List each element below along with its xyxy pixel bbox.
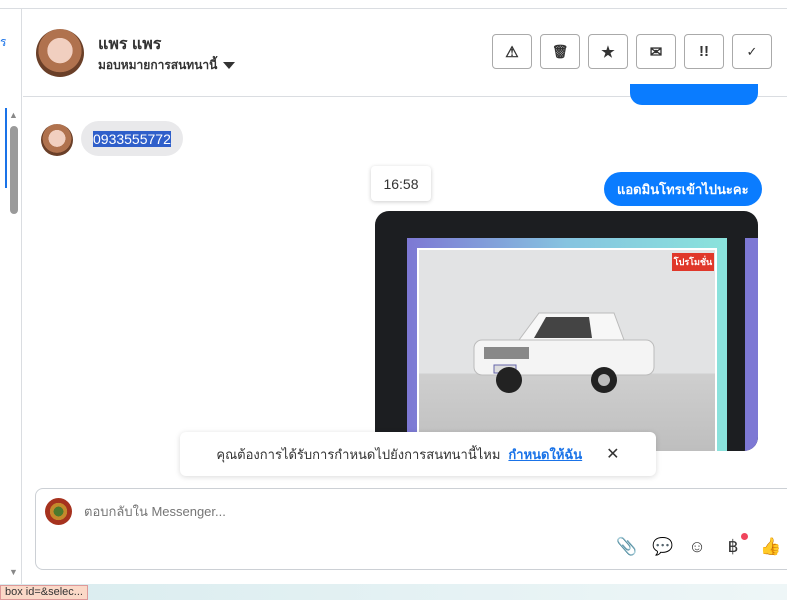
- caret-down-icon: [223, 62, 236, 69]
- image-frame: โปรโมชั่น: [407, 238, 727, 451]
- active-indicator: [5, 108, 7, 188]
- promo-badge: โปรโมชั่น: [672, 253, 714, 271]
- trash-icon: 🗑: [551, 43, 569, 59]
- left-panel-text: ร: [0, 35, 7, 49]
- baht-icon[interactable]: ฿: [724, 533, 748, 557]
- scroll-down-arrow-icon[interactable]: ▼: [9, 567, 18, 577]
- image-attachment-carousel[interactable]: โปรโมชั่น: [375, 211, 758, 451]
- status-tooltip: box id=&selec...: [0, 585, 88, 600]
- notification-dot: [741, 533, 748, 540]
- emoji-icon[interactable]: ☺: [688, 537, 706, 557]
- incoming-message[interactable]: 0933555772: [81, 121, 183, 156]
- contact-avatar[interactable]: [36, 29, 84, 77]
- scrollbar-thumb[interactable]: [10, 126, 18, 214]
- assign-prompt-toast: คุณต้องการได้รับการกำหนดไปยังการสนทนานี้…: [180, 432, 656, 476]
- mark-unread-button[interactable]: ✉: [636, 34, 676, 69]
- reply-input[interactable]: [84, 504, 684, 519]
- star-button[interactable]: ★: [588, 34, 628, 69]
- taskbar: [0, 584, 787, 600]
- composer-toolbar: 📎 💬 ☺ ฿ 👍: [616, 533, 781, 557]
- follow-up-button[interactable]: !!: [684, 34, 724, 69]
- outgoing-message[interactable]: แอดมินโทรเข้าไปนะคะ: [604, 172, 762, 206]
- chat-bubble-icon[interactable]: 💬: [652, 537, 673, 557]
- warning-icon: ⚠: [505, 43, 519, 61]
- truck-photo[interactable]: โปรโมชั่น: [417, 248, 717, 451]
- next-image-frame[interactable]: [745, 238, 758, 451]
- scroll-up-arrow-icon[interactable]: ▲: [9, 110, 18, 120]
- assign-conversation-dropdown[interactable]: มอบหมายการสนทนานี้: [98, 56, 236, 75]
- delete-button[interactable]: 🗑: [540, 34, 580, 69]
- left-panel-edge: [0, 9, 22, 585]
- done-button[interactable]: ✓: [732, 34, 772, 69]
- action-toolbar: ⚠ 🗑 ★ ✉ !! ✓: [492, 34, 772, 69]
- close-icon[interactable]: ✕: [606, 444, 619, 464]
- timestamp-tooltip: 16:58: [371, 166, 431, 201]
- assign-label: มอบหมายการสนทนานี้: [98, 58, 218, 72]
- outgoing-message-partial: [630, 84, 758, 105]
- envelope-icon: ✉: [649, 43, 663, 61]
- check-icon: ✓: [746, 43, 758, 59]
- paperclip-icon[interactable]: 📎: [616, 537, 637, 557]
- baht-glyph: ฿: [727, 537, 739, 556]
- sender-avatar: [41, 124, 73, 156]
- truck-image: [473, 312, 655, 393]
- page-avatar: [45, 498, 72, 525]
- reply-composer: 📎 💬 ☺ ฿ 👍: [35, 488, 787, 570]
- contact-name[interactable]: แพร แพร: [98, 32, 161, 57]
- message-text: 0933555772: [93, 130, 171, 147]
- star-icon: ★: [601, 43, 615, 61]
- spam-button[interactable]: ⚠: [492, 34, 532, 69]
- toast-text: คุณต้องการได้รับการกำหนดไปยังการสนทนานี้…: [216, 446, 501, 462]
- assign-to-me-link[interactable]: กำหนดให้ฉัน: [508, 444, 582, 465]
- exclamation-icon: !!: [699, 43, 709, 60]
- thumbs-up-icon[interactable]: 👍: [760, 537, 781, 557]
